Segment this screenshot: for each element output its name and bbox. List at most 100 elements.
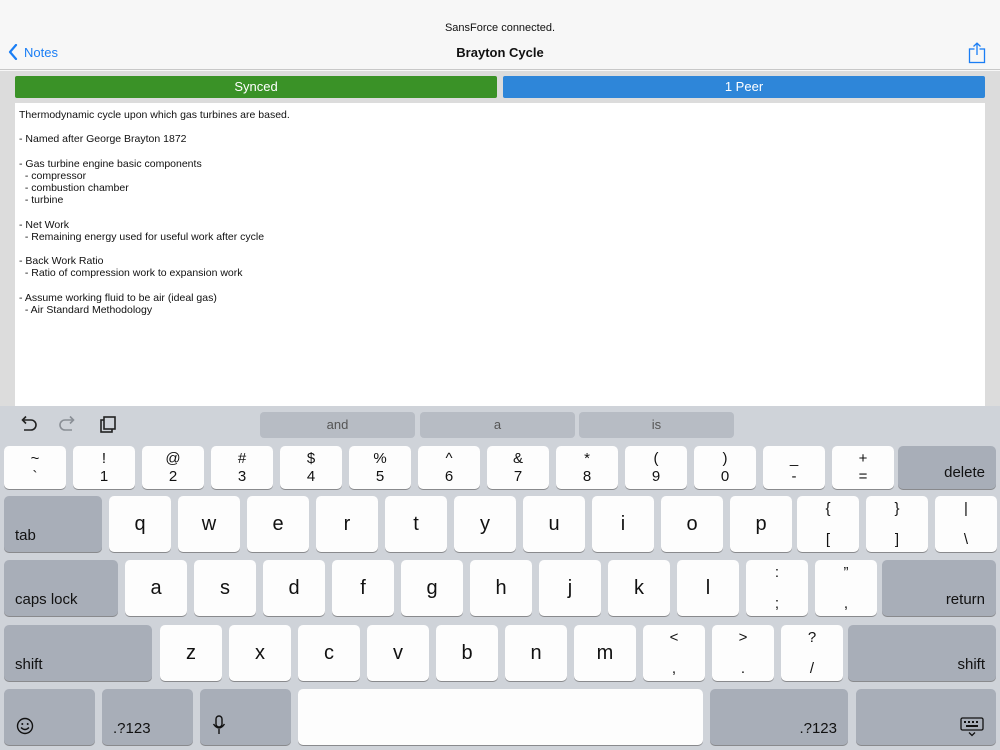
key-z[interactable]: z <box>160 625 222 681</box>
key-symbol-r2-2[interactable]: | \ <box>935 496 997 552</box>
key-g[interactable]: g <box>401 560 463 616</box>
key-f[interactable]: f <box>332 560 394 616</box>
key-shift-symbol: % <box>373 450 387 467</box>
return-key[interactable]: return <box>882 560 996 616</box>
key-base-symbol: 1 <box>99 468 109 485</box>
key-number-12[interactable]: + = <box>832 446 894 489</box>
key-base-symbol: \ <box>963 531 969 548</box>
paste-icon[interactable] <box>98 414 118 440</box>
key-o[interactable]: o <box>661 496 723 552</box>
shift-left-key[interactable]: shift <box>4 625 152 681</box>
key-number-5[interactable]: % 5 <box>349 446 411 489</box>
key-q[interactable]: q <box>109 496 171 552</box>
delete-key[interactable]: delete <box>898 446 996 489</box>
key-j[interactable]: j <box>539 560 601 616</box>
key-base-symbol: . <box>740 660 746 677</box>
key-x[interactable]: x <box>229 625 291 681</box>
redo-icon[interactable] <box>58 414 78 440</box>
key-l[interactable]: l <box>677 560 739 616</box>
key-shift-symbol: | <box>964 500 968 517</box>
key-c[interactable]: c <box>298 625 360 681</box>
key-symbol-r3-0[interactable]: :; <box>746 560 808 616</box>
peer-button[interactable]: 1 Peer <box>503 76 985 98</box>
key-k[interactable]: k <box>608 560 670 616</box>
key-v[interactable]: v <box>367 625 429 681</box>
emoji-key[interactable] <box>4 689 95 745</box>
key-base-symbol: 9 <box>651 468 661 485</box>
key-symbol-r3-1[interactable]: ”, <box>815 560 877 616</box>
key-number-10[interactable]: ) 0 <box>694 446 756 489</box>
key-number-2[interactable]: @2 <box>142 446 204 489</box>
key-p[interactable]: p <box>730 496 792 552</box>
key-shift-symbol: : <box>774 564 780 581</box>
key-letter: l <box>705 577 711 599</box>
key-base-symbol: 0 <box>720 468 730 485</box>
key-number-9[interactable]: (9 <box>625 446 687 489</box>
suggestion-1[interactable]: and <box>260 412 415 438</box>
note-line <box>19 280 981 292</box>
key-letter: j <box>567 577 573 599</box>
hide-keyboard-key[interactable] <box>856 689 996 745</box>
tab-key[interactable]: tab <box>4 496 102 552</box>
key-symbol-r4-1[interactable]: >. <box>712 625 774 681</box>
key-a[interactable]: a <box>125 560 187 616</box>
key-w[interactable]: w <box>178 496 240 552</box>
key-number-4[interactable]: $4 <box>280 446 342 489</box>
note-line <box>19 207 981 219</box>
key-number-7[interactable]: & 7 <box>487 446 549 489</box>
key-t[interactable]: t <box>385 496 447 552</box>
suggestion-2[interactable]: a <box>420 412 575 438</box>
status-bar: SansForce connected. <box>0 0 1000 40</box>
key-number-11[interactable]: _ - <box>763 446 825 489</box>
shift-right-key[interactable]: shift <box>848 625 996 681</box>
key-s[interactable]: s <box>194 560 256 616</box>
numbers-key-left[interactable]: .?123 <box>102 689 193 745</box>
note-text-editor[interactable]: Thermodynamic cycle upon which gas turbi… <box>15 103 985 406</box>
key-letter: c <box>324 642 334 664</box>
key-n[interactable]: n <box>505 625 567 681</box>
key-base-symbol: 5 <box>375 468 385 485</box>
key-shift-symbol: $ <box>306 450 316 467</box>
key-h[interactable]: h <box>470 560 532 616</box>
back-button[interactable]: Notes <box>8 44 58 60</box>
key-number-6[interactable]: ^ 6 <box>418 446 480 489</box>
key-symbol-r2-0[interactable]: {[ <box>797 496 859 552</box>
key-symbol-r2-1[interactable]: }] <box>866 496 928 552</box>
note-line: - compressor <box>19 169 87 182</box>
key-i[interactable]: i <box>592 496 654 552</box>
key-r[interactable]: r <box>316 496 378 552</box>
space-bar[interactable] <box>298 689 703 745</box>
key-letter: t <box>413 513 419 535</box>
key-symbol-r4-0[interactable]: <, <box>643 625 705 681</box>
note-line: - Assume working fluid to be air (ideal … <box>19 291 217 304</box>
key-y[interactable]: y <box>454 496 516 552</box>
key-e[interactable]: e <box>247 496 309 552</box>
share-icon[interactable] <box>968 42 986 64</box>
key-letter: k <box>634 577 644 599</box>
key-letter: d <box>288 577 300 599</box>
numbers-label: .?123 <box>799 720 837 737</box>
numbers-label: .?123 <box>113 720 151 737</box>
dictation-key[interactable] <box>200 689 291 745</box>
suggestion-3[interactable]: is <box>579 412 734 438</box>
key-u[interactable]: u <box>523 496 585 552</box>
key-symbol-r4-2[interactable]: ? / <box>781 625 843 681</box>
key-number-8[interactable]: * 8 <box>556 446 618 489</box>
note-line: - Net Work <box>19 218 69 231</box>
undo-icon[interactable] <box>18 414 38 440</box>
numbers-key-right[interactable]: .?123 <box>710 689 848 745</box>
key-d[interactable]: d <box>263 560 325 616</box>
key-shift-symbol: ? <box>807 629 817 646</box>
synced-button[interactable]: Synced <box>15 76 497 98</box>
key-shift-symbol: ) <box>722 450 728 467</box>
key-number-1[interactable]: ! 1 <box>73 446 135 489</box>
key-number-3[interactable]: #3 <box>211 446 273 489</box>
key-letter: x <box>255 642 265 664</box>
key-number-0[interactable]: ~ ` <box>4 446 66 489</box>
caps-lock-key[interactable]: caps lock <box>4 560 118 616</box>
key-m[interactable]: m <box>574 625 636 681</box>
caps-lock-label: caps lock <box>15 591 78 608</box>
key-b[interactable]: b <box>436 625 498 681</box>
key-base-symbol: 3 <box>237 468 247 485</box>
key-shift-symbol: & <box>512 450 523 467</box>
